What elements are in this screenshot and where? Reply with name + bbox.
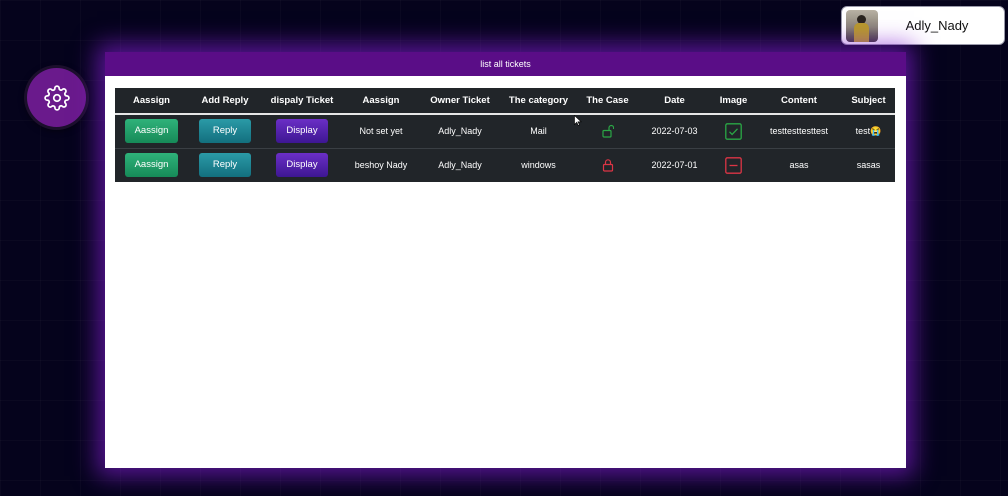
- assignee-cell: Not set yet: [342, 114, 420, 149]
- avatar: [846, 9, 878, 42]
- table-row: Aassign Reply Display beshoy Nady Adly_N…: [115, 148, 895, 182]
- user-name: Adly_Nady: [905, 18, 969, 33]
- column-header-subject: Subject: [842, 88, 895, 115]
- panel-title: list all tickets: [105, 52, 906, 76]
- column-header-add-reply: Add Reply: [188, 88, 262, 115]
- content-cell: asas: [789, 160, 809, 171]
- display-cell: Display: [262, 114, 342, 149]
- image-cell: [711, 114, 756, 149]
- category-cell: windows: [521, 160, 556, 171]
- gear-icon: [43, 84, 70, 111]
- table-row: Aassign Reply Display Not set yet Adly_N…: [115, 114, 895, 149]
- category-cell: Mail: [500, 114, 577, 149]
- column-header-content: Content: [756, 88, 842, 115]
- unlock-icon: [601, 125, 614, 138]
- owner-cell: Adly_Nady: [438, 160, 482, 171]
- column-header-case: The Case: [577, 88, 638, 115]
- column-header-date: Date: [638, 88, 711, 115]
- subject-cell: test😭: [842, 114, 895, 149]
- lock-icon: [602, 159, 613, 172]
- assignee-cell: beshoy Nady: [354, 160, 408, 171]
- case-cell: [577, 114, 638, 149]
- reply-button[interactable]: Reply: [199, 153, 251, 178]
- check-square-icon[interactable]: [725, 122, 742, 140]
- mouse-cursor-icon: [574, 115, 582, 126]
- display-button[interactable]: Display: [276, 153, 328, 178]
- image-cell: [711, 148, 756, 182]
- reply-button[interactable]: Reply: [199, 119, 251, 144]
- settings-button[interactable]: [27, 68, 86, 127]
- case-cell: [577, 148, 638, 182]
- user-badge[interactable]: Adly_Nady: [841, 6, 1005, 45]
- date-cell: 2022-07-01: [651, 160, 698, 171]
- column-header-assignee: Aassign: [342, 88, 420, 115]
- reply-cell: Reply: [188, 148, 262, 182]
- assign-cell: Aassign: [115, 148, 188, 182]
- minus-square-icon[interactable]: [725, 156, 742, 174]
- date-cell: 2022-07-03: [638, 114, 711, 149]
- tickets-table: Aassign Add Reply dispaly Ticket Aassign…: [115, 88, 895, 182]
- assign-button[interactable]: Aassign: [125, 119, 178, 144]
- owner-cell: Adly_Nady: [420, 114, 500, 149]
- display-button[interactable]: Display: [276, 119, 328, 144]
- column-header-assign-action: Aassign: [115, 88, 188, 115]
- display-cell: Display: [262, 148, 342, 182]
- tickets-panel: list all tickets Aassign Add Reply dispa…: [105, 52, 906, 468]
- content-cell: testtesttesttest: [756, 114, 842, 149]
- reply-cell: Reply: [188, 114, 262, 149]
- table-header-row: Aassign Add Reply dispaly Ticket Aassign…: [115, 88, 895, 115]
- column-header-category: The category: [500, 88, 577, 115]
- assign-button[interactable]: Aassign: [125, 153, 178, 178]
- column-header-image: Image: [711, 88, 756, 115]
- column-header-display-ticket: dispaly Ticket: [262, 88, 342, 115]
- subject-cell: sasas: [856, 160, 881, 171]
- column-header-owner: Owner Ticket: [420, 88, 500, 115]
- assign-cell: Aassign: [115, 114, 188, 149]
